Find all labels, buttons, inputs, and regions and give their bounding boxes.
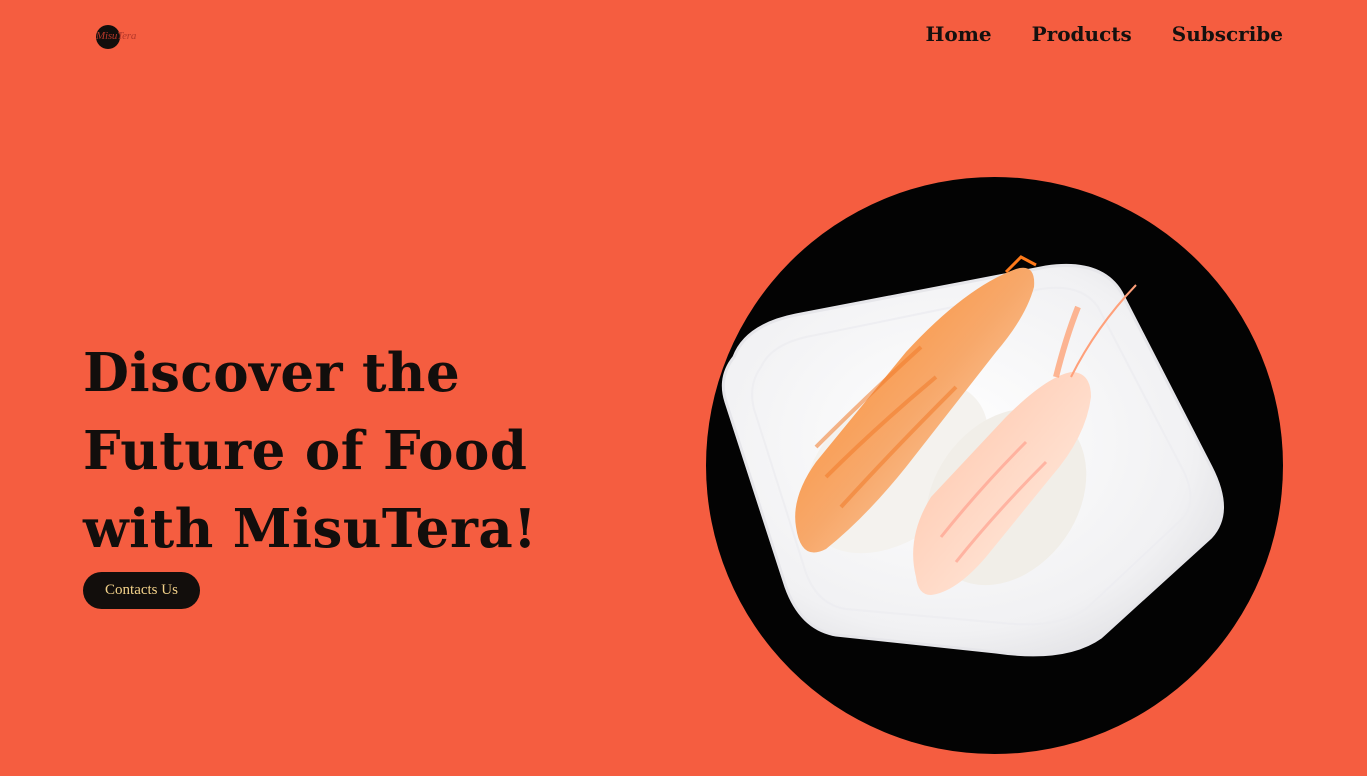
main-nav: Home Products Subscribe	[926, 22, 1284, 46]
contact-us-button[interactable]: Contacts Us	[83, 572, 200, 609]
hero-image	[706, 177, 1283, 754]
shrimp-sushi-plate-image	[721, 255, 1224, 657]
hero-headline: Discover the Future of Food with MisuTer…	[83, 342, 538, 560]
nav-products-link[interactable]: Products	[1032, 22, 1132, 46]
nav-home-link[interactable]: Home	[926, 22, 992, 46]
logo-text[interactable]: MisuTera	[96, 30, 136, 42]
nav-subscribe-link[interactable]: Subscribe	[1172, 22, 1283, 46]
